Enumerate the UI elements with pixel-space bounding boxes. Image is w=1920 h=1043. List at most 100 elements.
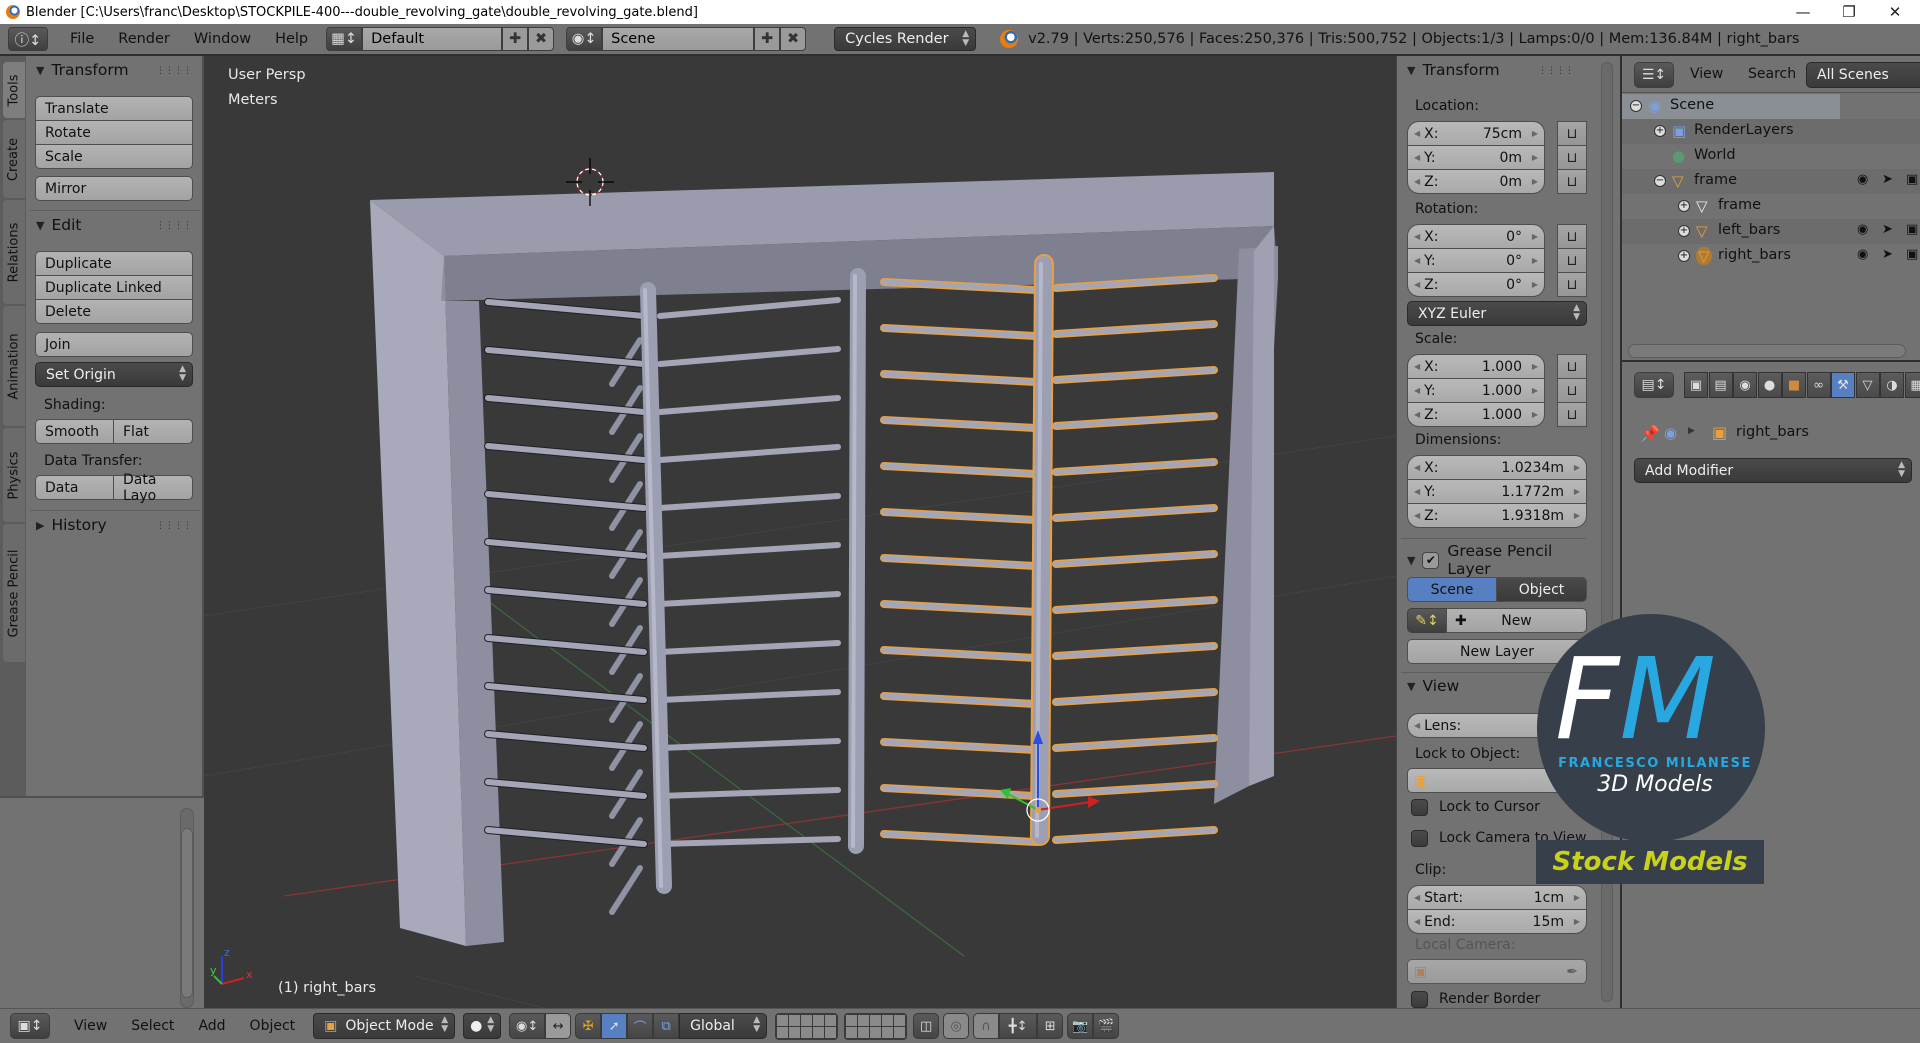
props-tab-modifiers[interactable]: ⚒	[1831, 372, 1855, 398]
cursor-arrow-icon[interactable]: ➤	[1882, 172, 1893, 187]
transform-panel-header[interactable]: ▼ Transform	[1407, 61, 1500, 79]
snap-toggle[interactable]: ∩	[973, 1013, 1000, 1039]
properties-editor-type[interactable]: ▤↕	[1634, 372, 1674, 398]
expand-icon[interactable]: +	[1678, 200, 1690, 212]
outliner-item[interactable]: + ▽ frame	[1622, 194, 1920, 219]
scale-button[interactable]: Scale	[35, 144, 193, 169]
cursor-arrow-icon[interactable]: ➤	[1882, 222, 1893, 237]
location-y-lock-toggle[interactable]: ⊔	[1557, 145, 1587, 170]
outliner-item[interactable]: + ▽ left_bars ◉ ➤ ▣	[1622, 219, 1920, 244]
history-panel-header[interactable]: ▶ History	[36, 516, 107, 534]
shading-flat-button[interactable]: Flat	[113, 419, 193, 444]
props-tab-scene[interactable]: ◉	[1733, 372, 1757, 398]
proportional-editing-toggle[interactable]: ◎	[943, 1013, 970, 1039]
rotation-y-lock-toggle[interactable]: ⊔	[1557, 248, 1587, 273]
rotation-x-field[interactable]: ◀ X: 0° ▶	[1407, 224, 1545, 249]
scene-selector[interactable]: ◉↕	[566, 27, 603, 51]
view-panel-header[interactable]: ▼ View	[1407, 677, 1459, 695]
duplicate-linked-button[interactable]: Duplicate Linked	[35, 275, 193, 300]
lock-camera-checkbox[interactable]	[1411, 830, 1428, 847]
add-scene-button[interactable]: ✚	[754, 27, 781, 51]
menu-view[interactable]: View	[62, 1014, 119, 1038]
snap-element-dropdown[interactable]: ╋↕	[999, 1013, 1038, 1039]
interaction-mode-dropdown[interactable]: ▣ Object Mode ▲ ▼	[313, 1013, 456, 1039]
location-y-field[interactable]: ◀ Y: 0m ▶	[1407, 145, 1545, 170]
rotation-z-lock-toggle[interactable]: ⊔	[1557, 272, 1587, 297]
props-tab-data[interactable]: ▽	[1855, 372, 1880, 398]
clip-start-field[interactable]: ◀ Start: 1cm ▶	[1407, 885, 1587, 910]
outliner-item[interactable]: − ◉ Scene	[1622, 94, 1920, 119]
scale-x-lock-toggle[interactable]: ⊔	[1557, 354, 1587, 379]
3d-viewport[interactable]: User Persp Meters z x y (1) right_bars	[204, 56, 1396, 1008]
layer-buttons-group-1[interactable]	[775, 1012, 839, 1040]
clip-end-field[interactable]: ◀ End: 15m ▶	[1407, 909, 1587, 934]
drag-grip-icon[interactable]: ⋮⋮⋮⋮	[1538, 66, 1574, 76]
tab-tools[interactable]: Tools	[3, 62, 25, 118]
tab-relations[interactable]: Relations	[3, 200, 25, 304]
gp-new-button[interactable]: ✚ New	[1446, 608, 1587, 633]
render-border-checkbox[interactable]	[1411, 991, 1428, 1008]
outliner-menu-view[interactable]: View	[1678, 62, 1735, 86]
manipulate-center-points-toggle[interactable]: ↔	[545, 1013, 572, 1039]
restore-button[interactable]: ❐	[1826, 0, 1872, 24]
grease-pencil-checkbox[interactable]: ✔	[1422, 551, 1440, 569]
outliner-item[interactable]: + ▣ RenderLayers	[1622, 119, 1920, 144]
rotation-mode-dropdown[interactable]: XYZ Euler ▲ ▼	[1407, 301, 1587, 326]
outliner-filter-dropdown[interactable]: All Scenes	[1806, 62, 1920, 88]
mirror-button[interactable]: Mirror	[35, 176, 193, 201]
eye-icon[interactable]: ◉	[1857, 247, 1868, 262]
render-camera-icon[interactable]: ▣	[1906, 222, 1918, 237]
collapse-icon[interactable]: −	[1630, 100, 1642, 112]
shading-smooth-button[interactable]: Smooth	[35, 419, 114, 444]
outliner-hscrollbar[interactable]	[1628, 344, 1906, 358]
scale-y-lock-toggle[interactable]: ⊔	[1557, 378, 1587, 403]
location-z-field[interactable]: ◀ Z: 0m ▶	[1407, 169, 1545, 194]
props-tab-texture[interactable]: ▦	[1904, 372, 1920, 398]
delete-scene-button[interactable]: ✖	[780, 27, 807, 51]
pivot-point-dropdown[interactable]: ◉↕	[509, 1013, 546, 1039]
rotation-z-field[interactable]: ◀ Z: 0° ▶	[1407, 272, 1545, 297]
outliner-item[interactable]: + ▽ right_bars ◉ ➤ ▣	[1622, 244, 1920, 269]
minimize-button[interactable]: —	[1780, 0, 1826, 24]
render-camera-icon[interactable]: ▣	[1906, 172, 1918, 187]
render-camera-icon[interactable]: ▣	[1906, 247, 1918, 262]
location-x-field[interactable]: ◀ X: 75cm ▶	[1407, 121, 1545, 146]
props-tab-object[interactable]: ■	[1782, 372, 1806, 398]
screen-layout-field[interactable]: Default	[362, 27, 503, 51]
menu-file[interactable]: File	[58, 27, 106, 51]
expand-icon[interactable]: +	[1678, 250, 1690, 262]
scale-z-lock-toggle[interactable]: ⊔	[1557, 402, 1587, 427]
grease-pencil-panel-header[interactable]: ▼ ✔ Grease Pencil Layer	[1407, 542, 1600, 578]
dimensions-z-field[interactable]: ◀ Z: 1.9318m ▶	[1407, 503, 1587, 528]
join-button[interactable]: Join	[35, 332, 193, 357]
props-tab-material[interactable]: ◑	[1880, 372, 1904, 398]
pin-icon[interactable]: 📌	[1640, 424, 1660, 443]
snap-target-button[interactable]: ⊞	[1037, 1013, 1064, 1039]
drag-grip-icon[interactable]: ⋮⋮⋮⋮	[156, 521, 192, 531]
opengl-render-animation-button[interactable]: 🎬	[1093, 1013, 1120, 1039]
translate-manipulator-toggle[interactable]: ➚	[601, 1013, 628, 1039]
outliner-item[interactable]: − ▽ frame ◉ ➤ ▣	[1622, 169, 1920, 194]
scene-field[interactable]: Scene	[602, 27, 755, 51]
outliner-menu-search[interactable]: Search	[1736, 62, 1808, 86]
props-tab-constraints[interactable]: ∞	[1806, 372, 1831, 398]
gp-scene-tab[interactable]: Scene	[1407, 577, 1497, 602]
scale-z-field[interactable]: ◀ Z: 1.000 ▶	[1407, 402, 1545, 427]
menu-help[interactable]: Help	[263, 27, 320, 51]
menu-add[interactable]: Add	[186, 1014, 237, 1038]
menu-render[interactable]: Render	[106, 27, 182, 51]
lock-to-cursor-checkbox[interactable]	[1411, 799, 1428, 816]
collapse-icon[interactable]: −	[1654, 175, 1666, 187]
dimensions-y-field[interactable]: ◀ Y: 1.1772m ▶	[1407, 479, 1587, 504]
translate-button[interactable]: Translate	[35, 96, 193, 121]
transform-orientation-dropdown[interactable]: Global ▲ ▼	[679, 1013, 768, 1039]
dimensions-x-field[interactable]: ◀ X: 1.0234m ▶	[1407, 455, 1587, 480]
delete-button[interactable]: Delete	[35, 299, 193, 324]
drag-grip-icon[interactable]: ⋮⋮⋮⋮	[156, 66, 192, 76]
menu-object[interactable]: Object	[238, 1014, 308, 1038]
scale-y-field[interactable]: ◀ Y: 1.000 ▶	[1407, 378, 1545, 403]
props-tab-render[interactable]: ▣	[1684, 372, 1708, 398]
data-layout-button[interactable]: Data Layo	[113, 472, 193, 504]
rotate-manipulator-toggle[interactable]: ⌒	[627, 1013, 654, 1039]
scrollbar-thumb[interactable]	[181, 828, 193, 998]
